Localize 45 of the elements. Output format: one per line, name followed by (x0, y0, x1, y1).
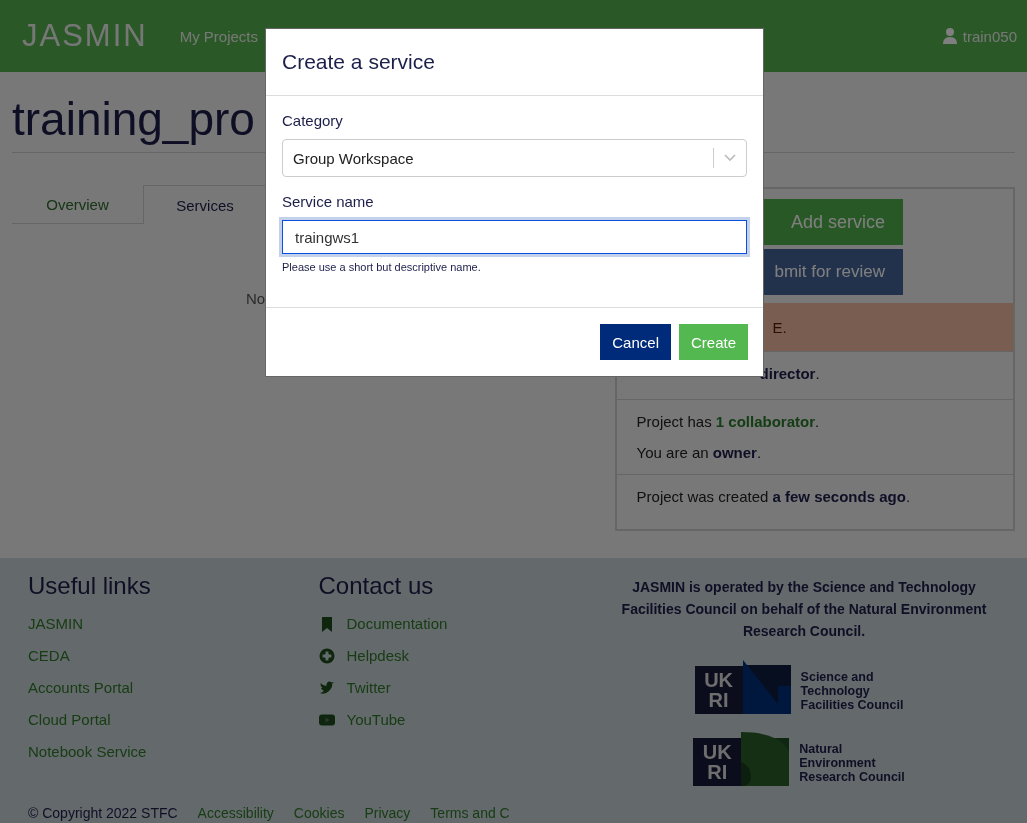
footer-link[interactable]: Terms and C (430, 805, 510, 821)
user-icon (942, 28, 957, 44)
empty-message: No (246, 290, 266, 307)
footer-link[interactable]: Documentation (346, 614, 448, 633)
footer-link[interactable]: Accounts Portal (28, 678, 319, 697)
footer-link[interactable]: JASMIN (28, 614, 319, 633)
collaborators-link[interactable]: 1 collaborator (715, 413, 815, 430)
footer-link[interactable]: Helpdesk (346, 646, 410, 665)
service-name-field[interactable]: traingws1 (282, 220, 747, 254)
bird-icon (318, 679, 335, 696)
footer-heading: Contact us (318, 572, 435, 600)
chevron-icon (724, 154, 736, 162)
footer-link[interactable]: Cookies (293, 805, 345, 821)
create-button[interactable]: Create (678, 324, 748, 360)
footer-link[interactable]: Accessibility (197, 805, 274, 821)
info-text: Project has 1 collaborator. (636, 412, 821, 431)
footer-link[interactable]: Cloud Portal (28, 710, 319, 729)
operator-statement: JASMIN is operated by the Science and Technology Facilities Council on behalf of the Natural Environment Research Council. (620, 578, 988, 641)
council-logo-drawing (742, 660, 791, 714)
cancel-button[interactable]: Cancel (600, 324, 671, 360)
ukri-logo: UK RI (694, 666, 743, 714)
footer-heading: Useful links (28, 572, 152, 600)
ukri-logo: UK RI (693, 738, 742, 786)
field-hint: Please use a short but descriptive name. (282, 261, 482, 273)
footer-link[interactable]: YouTube (346, 710, 406, 729)
footer-link[interactable]: CEDA (28, 646, 319, 665)
footer-link[interactable]: Twitter (346, 678, 391, 697)
jasmin-logo[interactable]: JASMIN (22, 18, 148, 54)
footer-link[interactable]: Notebook Service (28, 742, 319, 761)
lifebuoy-icon (318, 647, 335, 664)
footer-link[interactable]: Privacy (364, 805, 411, 821)
copyright-text: © Copyright 2022 STFC (28, 805, 178, 821)
council-name: Science and Technology Facilities Council (800, 670, 904, 714)
category-select[interactable]: Group Workspace (282, 139, 747, 177)
info-text: You are an owner. (636, 443, 763, 462)
field-label: Service name (282, 193, 375, 210)
tab[interactable]: Services (143, 185, 267, 224)
dialog-title: Create a service (282, 50, 435, 74)
field-label: Category (282, 112, 344, 129)
council-logo-drawing (741, 732, 790, 786)
tab[interactable]: Overview (12, 185, 143, 223)
council-name: Natural Environment Research Council (799, 742, 905, 786)
info-text: Project was created a few seconds ago. (636, 487, 912, 506)
user-menu[interactable]: train050 (962, 27, 1017, 45)
nav-link[interactable]: My Projects (179, 27, 259, 45)
